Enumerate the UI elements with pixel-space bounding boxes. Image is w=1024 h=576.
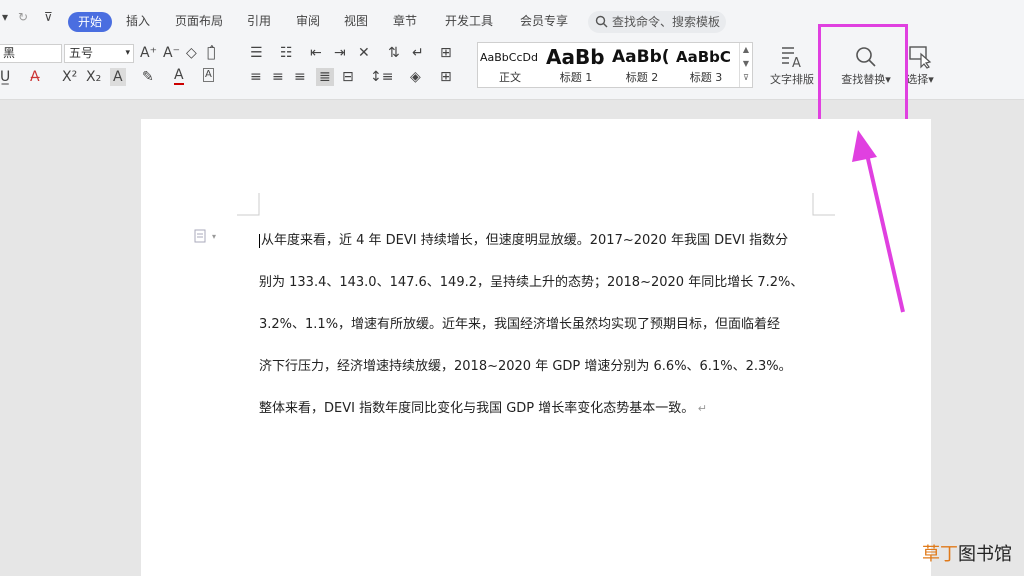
watermark-part1: 草丁 [922, 544, 958, 565]
watermark: 草丁图书馆 [922, 540, 1012, 566]
pointer-arrow [852, 130, 905, 313]
watermark-part2: 图书馆 [958, 544, 1012, 565]
